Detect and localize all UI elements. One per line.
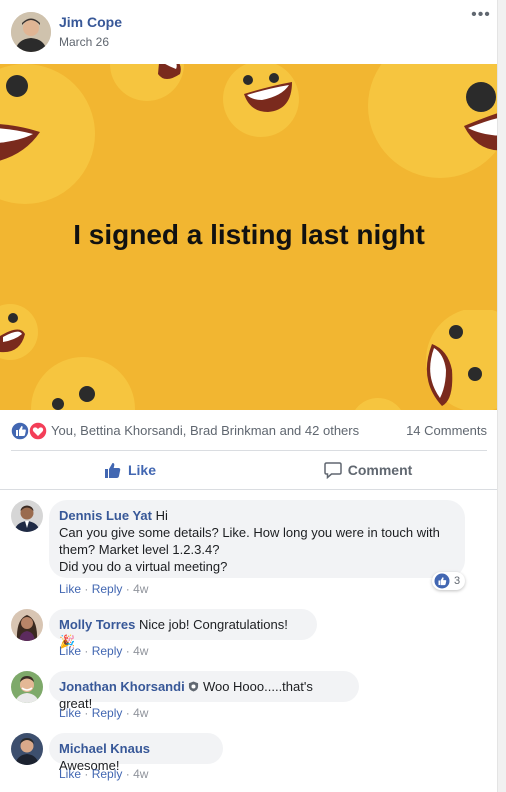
separator: ·	[125, 644, 130, 658]
post-header: Jim Cope March 26 •••	[0, 0, 498, 64]
comment-reply-link[interactable]: Reply	[92, 582, 123, 596]
emoji-decoration-icon	[223, 64, 299, 137]
author-name[interactable]: Jim Cope	[59, 14, 122, 30]
comment-like-link[interactable]: Like	[59, 644, 81, 658]
emoji-decoration-icon	[426, 310, 498, 410]
comment-like-link[interactable]: Like	[59, 582, 81, 596]
comment-text-line: Hi	[155, 508, 168, 523]
comment-like-link[interactable]: Like	[59, 767, 81, 781]
comment-meta: Like · Reply · 4w	[59, 582, 148, 596]
thumbs-up-icon	[104, 462, 121, 478]
comment-bubble: Jonathan Khorsandi Woo Hooo.....that's g…	[49, 671, 359, 711]
comment: Molly Torres Nice job! Congratulations! …	[0, 609, 498, 661]
post-date[interactable]: March 26	[59, 35, 109, 49]
comment-like-link[interactable]: Like	[59, 706, 81, 720]
emoji-decoration-icon	[0, 64, 95, 204]
commenter-avatar[interactable]	[11, 500, 43, 532]
comment-meta: Like · Reply · 4w	[59, 767, 148, 781]
comment-timestamp[interactable]: 4w	[133, 706, 148, 720]
comment-timestamp[interactable]: 4w	[133, 582, 148, 596]
comment-text-line: Did you do a virtual meeting?	[59, 559, 228, 574]
separator: ·	[125, 706, 130, 720]
comment-reply-link[interactable]: Reply	[92, 644, 123, 658]
commenter-name[interactable]: Jonathan Khorsandi	[59, 679, 185, 694]
comment-timestamp[interactable]: 4w	[133, 767, 148, 781]
commenter-name[interactable]: Michael Knaus	[59, 741, 150, 756]
post-actions: Like Comment	[0, 451, 498, 489]
comment: Jonathan Khorsandi Woo Hooo.....that's g…	[0, 671, 498, 723]
post-banner[interactable]: I signed a listing last night	[0, 64, 498, 410]
emoji-decoration-icon	[31, 357, 135, 410]
comment-bubble-icon	[323, 462, 342, 479]
separator: ·	[125, 767, 130, 781]
emoji-decoration-icon	[110, 64, 184, 101]
comment-reaction-badge[interactable]: 3	[432, 572, 466, 590]
comment-text-line: them? Market level 1.2.3.4?	[59, 542, 220, 557]
author-avatar[interactable]	[11, 12, 51, 52]
comment-timestamp[interactable]: 4w	[133, 644, 148, 658]
separator: ·	[84, 644, 89, 658]
comment-reply-link[interactable]: Reply	[92, 767, 123, 781]
emoji-decoration-icon	[0, 304, 38, 360]
comment-bubble: Michael Knaus Awesome!	[49, 733, 223, 773]
comment-bubble: Dennis Lue Yat Hi Can you give some deta…	[49, 500, 465, 578]
thumbs-up-icon	[434, 573, 450, 589]
separator: ·	[125, 582, 130, 596]
separator: ·	[84, 767, 89, 781]
comment-meta: Like · Reply · 4w	[59, 644, 148, 658]
reaction-count: 3	[454, 575, 461, 587]
commenter-name[interactable]: Dennis Lue Yat	[59, 508, 152, 523]
commenter-name[interactable]: Molly Torres	[59, 617, 135, 632]
scrollbar[interactable]	[497, 0, 506, 792]
emoji-decoration-icon	[355, 398, 401, 410]
divider	[0, 489, 498, 490]
comment-text-line: Can you give some details? Like. How lon…	[59, 525, 440, 540]
separator: ·	[84, 582, 89, 596]
emoji-decoration-icon	[368, 64, 498, 178]
comment: Michael Knaus Awesome! Like · Reply · 4w	[0, 733, 498, 785]
comment-count[interactable]: 14 Comments	[406, 423, 487, 438]
commenter-avatar[interactable]	[11, 733, 43, 765]
separator: ·	[84, 706, 89, 720]
comment-bubble: Molly Torres Nice job! Congratulations! …	[49, 609, 317, 649]
like-button[interactable]: Like	[11, 451, 249, 489]
more-options-icon[interactable]: •••	[470, 7, 492, 26]
shield-badge-icon	[189, 681, 199, 692]
like-button-label: Like	[127, 462, 156, 478]
commenter-avatar[interactable]	[11, 609, 43, 641]
comment-reply-link[interactable]: Reply	[92, 706, 123, 720]
comment-button[interactable]: Comment	[249, 451, 487, 489]
post-card: Jim Cope March 26 ••• I signed a listing…	[0, 0, 498, 792]
comment-meta: Like · Reply · 4w	[59, 706, 148, 720]
comment: Dennis Lue Yat Hi Can you give some deta…	[0, 500, 498, 600]
reactions-bar: You, Bettina Khorsandi, Brad Brinkman an…	[0, 410, 498, 450]
reaction-icons[interactable]	[10, 421, 50, 441]
comment-button-label: Comment	[347, 462, 413, 478]
banner-text: I signed a listing last night	[73, 219, 425, 250]
reaction-summary[interactable]: You, Bettina Khorsandi, Brad Brinkman an…	[51, 423, 359, 438]
commenter-avatar[interactable]	[11, 671, 43, 703]
